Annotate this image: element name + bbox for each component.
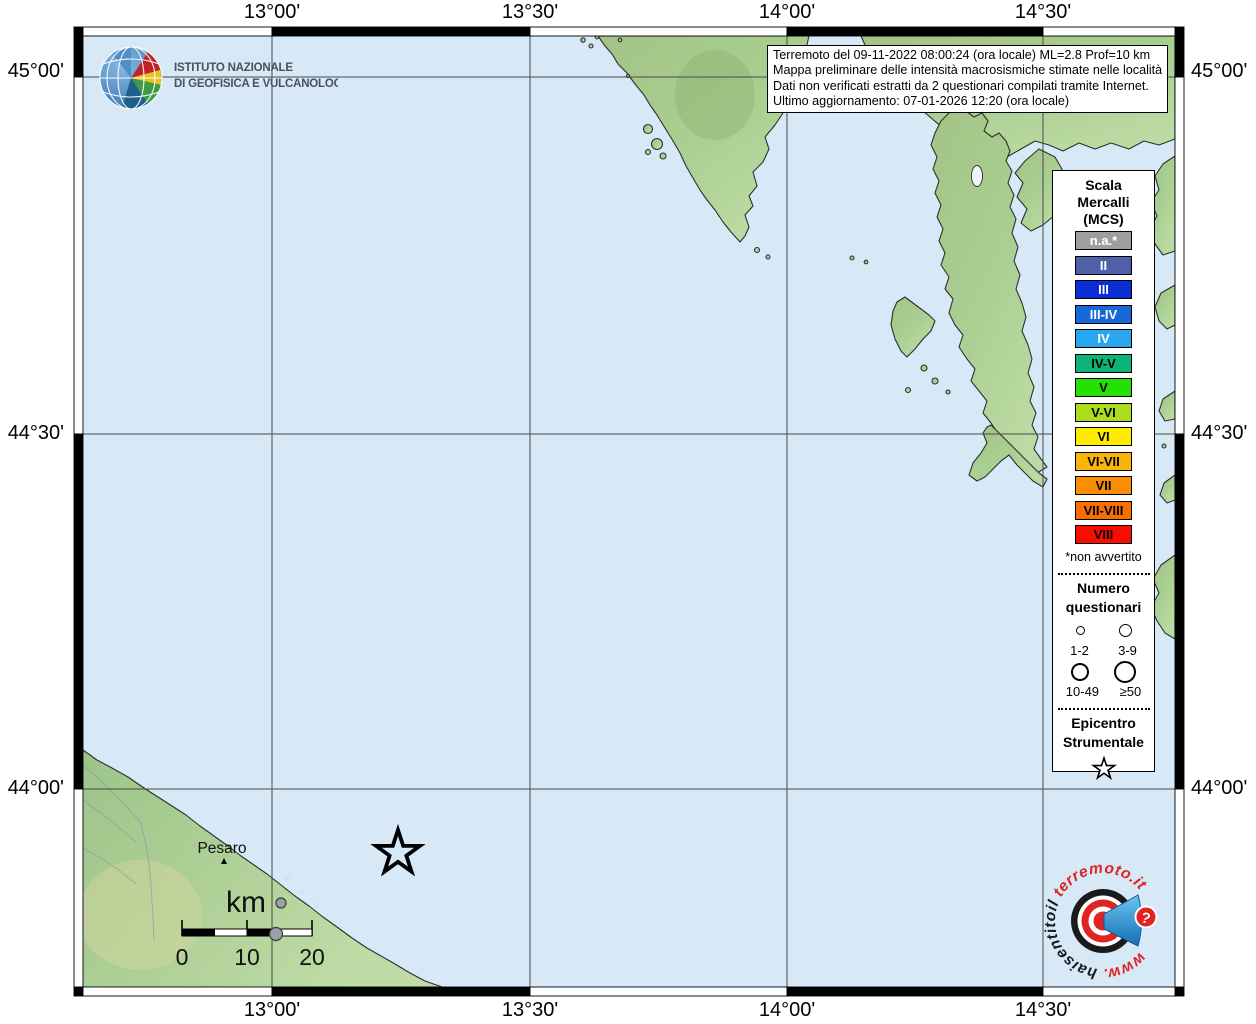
- legend-intensity-vi: VI: [1075, 427, 1132, 446]
- axis-label-bottom-13-00: 13°00': [244, 999, 300, 1022]
- legend-intensity-iv-v: IV-V: [1075, 354, 1132, 373]
- questionnaire-label-50: ≥50: [1120, 684, 1142, 699]
- ingv-logo-text: ISTITUTO NAZIONALE DI GEOFISICA E VULCAN…: [174, 62, 338, 90]
- legend-questionnaires-title-line2: questionari: [1053, 598, 1154, 617]
- questionnaire-size-labels-small: 1-2 3-9: [1056, 643, 1152, 658]
- event-info-line2: Mappa preliminare delle intensità macros…: [773, 63, 1162, 78]
- scale-tick-10: 10: [234, 944, 260, 971]
- scale-tick-0: 0: [176, 944, 189, 971]
- legend-intensity-iii: III: [1075, 280, 1132, 299]
- axis-label-right-45-00: 45°00': [1191, 60, 1247, 83]
- event-info-box: Terremoto del 09-11-2022 08:00:24 (ora l…: [767, 45, 1168, 113]
- legend-intensity-iv: IV: [1075, 329, 1132, 348]
- legend-separator: [1058, 708, 1150, 710]
- legend-intensity-na: n.a.*: [1075, 231, 1132, 250]
- haisentitoilterremoto-logo-svg: www. haisentitoil terremoto.it ?: [1030, 845, 1190, 1005]
- axis-label-bottom-14-00: 14°00': [759, 999, 815, 1022]
- axis-label-top-13-00: 13°00': [244, 1, 300, 24]
- axis-label-left-45-00: 45°00': [0, 60, 64, 83]
- axis-label-left-44-30: 44°30': [0, 422, 64, 445]
- legend-questionnaires-title: Numero questionari: [1053, 579, 1154, 617]
- sea-area: [83, 36, 1175, 987]
- questionnaire-circle-50: [1114, 661, 1136, 683]
- scale-unit-label: km: [226, 886, 266, 920]
- legend-questionnaires-title-line1: Numero: [1053, 579, 1154, 598]
- locality-marker: [276, 898, 286, 908]
- questionnaire-size-row-large: [1059, 661, 1149, 683]
- lake-vrana: [972, 166, 983, 187]
- questionnaire-label-1-2: 1-2: [1070, 643, 1089, 658]
- ingv-logo: ISTITUTO NAZIONALE DI GEOFISICA E VULCAN…: [98, 45, 338, 120]
- legend-intensity-vii-viii: VII-VIII: [1075, 501, 1132, 520]
- axis-label-top-14-30: 14°30': [1015, 1, 1071, 24]
- ingv-globe-icon: [100, 47, 162, 109]
- legend-intensity-ii: II: [1075, 256, 1132, 275]
- legend-intensity-vi-vii: VI-VII: [1075, 452, 1132, 471]
- legend-epicenter-title-line2: Strumentale: [1053, 733, 1154, 752]
- event-info-line1: Terremoto del 09-11-2022 08:00:24 (ora l…: [773, 48, 1162, 63]
- legend-title-line2: Mercalli: [1053, 194, 1154, 211]
- legend-title-line3: (MCS): [1053, 211, 1154, 228]
- legend-epicenter-title: Epicentro Strumentale: [1053, 714, 1154, 752]
- macroseismic-map-page: { "colors": { "sea": "#d7e8f7", "land_ba…: [0, 0, 1256, 1024]
- axis-label-top-14-00: 14°00': [759, 1, 815, 24]
- city-label-pesaro: Pesaro: [197, 840, 246, 858]
- questionnaire-label-3-9: 3-9: [1118, 643, 1137, 658]
- haisentitoilterremoto-logo: www. haisentitoil terremoto.it ?: [1030, 845, 1190, 1010]
- site-text-www: www.: [1102, 949, 1149, 982]
- scale-tick-20: 20: [299, 944, 325, 971]
- axis-label-bottom-13-30: 13°30': [502, 999, 558, 1022]
- legend-panel: Scala Mercalli (MCS) n.a.* II III III-IV…: [1052, 170, 1155, 772]
- legend-intensity-v: V: [1075, 378, 1132, 397]
- event-info-line4: Ultimo aggiornamento: 07-01-2026 12:20 (…: [773, 94, 1162, 109]
- axis-label-top-13-30: 13°30': [502, 1, 558, 24]
- legend-title-line1: Scala: [1053, 177, 1154, 194]
- event-info-line3: Dati non verificati estratti da 2 questi…: [773, 79, 1162, 94]
- ingv-logo-svg: ISTITUTO NAZIONALE DI GEOFISICA E VULCAN…: [98, 45, 338, 115]
- questionnaire-label-10-49: 10-49: [1066, 684, 1099, 699]
- locality-marker: [270, 928, 283, 941]
- legend-footnote: *non avvertito: [1053, 550, 1154, 564]
- questionnaire-size-labels-large: 10-49 ≥50: [1056, 684, 1152, 699]
- legend-epicenter-title-line1: Epicentro: [1053, 714, 1154, 733]
- legend-intensity-vii: VII: [1075, 476, 1132, 495]
- questionnaire-circle-3-9: [1119, 624, 1132, 637]
- axis-label-left-44-00: 44°00': [0, 777, 64, 800]
- questionnaire-circle-1-2: [1076, 626, 1085, 635]
- ingv-logo-line1: ISTITUTO NAZIONALE: [174, 62, 293, 74]
- legend-epicenter-star-icon: [1053, 756, 1154, 787]
- legend-intensity-v-vi: V-VI: [1075, 403, 1132, 422]
- questionnaire-size-row-small: [1059, 620, 1149, 642]
- legend-intensity-viii: VIII: [1075, 525, 1132, 544]
- legend-title: Scala Mercalli (MCS): [1053, 171, 1154, 228]
- legend-separator: [1058, 573, 1150, 575]
- axis-label-right-44-00: 44°00': [1191, 777, 1247, 800]
- axis-label-right-44-30: 44°30': [1191, 422, 1247, 445]
- target-icon: [1071, 889, 1142, 953]
- ingv-logo-line2: DI GEOFISICA E VULCANOLOGIA: [174, 78, 338, 90]
- questionnaire-circle-10-49: [1071, 663, 1089, 681]
- legend-intensity-scale: n.a.* II III III-IV IV IV-V V V-VI VI VI…: [1053, 231, 1154, 544]
- legend-intensity-iii-iv: III-IV: [1075, 305, 1132, 324]
